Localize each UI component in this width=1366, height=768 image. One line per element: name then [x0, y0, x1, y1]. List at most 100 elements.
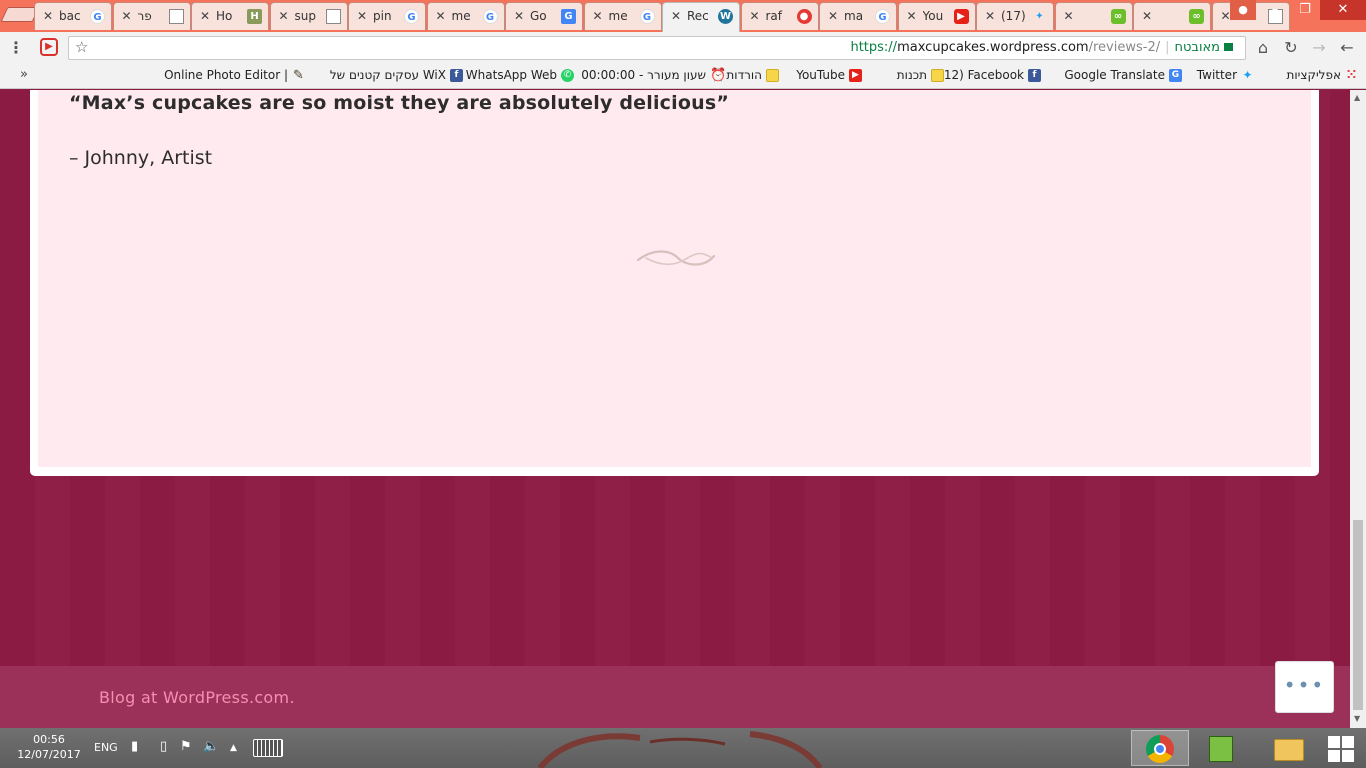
lock-icon[interactable] [1224, 43, 1233, 51]
volume-icon[interactable]: 🔈 [203, 739, 219, 754]
start-button[interactable] [1328, 736, 1354, 762]
tab-title: You [922, 9, 944, 23]
close-tab-icon[interactable]: ✕ [1064, 9, 1074, 23]
green-app-icon: ∞ [1110, 9, 1126, 24]
bookmark-item[interactable]: Twitter ✦ [1197, 68, 1254, 82]
bookmark-item[interactable]: Online Photo Editor | ✎ [164, 68, 305, 82]
browser-tab[interactable]: ✕ Go G [505, 2, 583, 30]
folder-icon [1274, 739, 1304, 761]
browser-tab-active[interactable]: ✕ Rec W [662, 2, 740, 32]
tab-title: raf [765, 9, 783, 23]
close-tab-icon[interactable]: ✕ [279, 9, 289, 23]
browser-tab[interactable]: ✕ ∞ [1133, 2, 1211, 30]
language-indicator[interactable]: ENG [94, 741, 118, 754]
bookmarks-bar: » אפליקציות ⁙ Twitter ✦ Google Translate G (12… [0, 64, 1366, 89]
google-icon: G [404, 9, 419, 24]
bookmark-item[interactable]: Google Translate G [1064, 68, 1182, 82]
bookmark-label: Online Photo Editor | [164, 68, 288, 82]
taskbar-chrome-button[interactable] [1131, 730, 1189, 766]
reload-icon[interactable]: ↻ [1281, 38, 1301, 58]
scroll-down-arrow-icon[interactable]: ▼ [1354, 714, 1360, 723]
scroll-up-arrow-icon[interactable]: ▲ [1354, 93, 1360, 102]
browser-tab[interactable]: ✕ pin G [348, 2, 426, 30]
bookmark-label: (12) Facebook [939, 68, 1024, 82]
pen-icon: ✎ [293, 67, 304, 83]
profile-icon[interactable]: ● [1230, 0, 1256, 20]
close-tab-icon[interactable]: ✕ [200, 9, 210, 23]
close-tab-icon[interactable]: ✕ [357, 9, 367, 23]
browser-tab[interactable]: ✕ You ▶ [897, 2, 976, 30]
youtube-icon: ▶ [953, 9, 969, 24]
document-icon [168, 9, 184, 24]
green-app-icon: ∞ [1189, 9, 1204, 24]
content-card-inner: “Max’s cupcakes are so moist they are ab… [38, 90, 1311, 467]
bookmark-star-icon[interactable]: ☆ [75, 38, 88, 56]
browser-tab[interactable]: ✕ bac G [34, 2, 112, 30]
bookmark-item[interactable]: אפליקציות ⁙ [1287, 68, 1359, 82]
alarm-icon: ⏰ [710, 67, 727, 83]
battery-icon[interactable]: ▯ [160, 739, 167, 754]
extension-icon[interactable]: ▶ [40, 38, 58, 56]
chrome-menu-icon[interactable]: ⋮ [6, 38, 26, 58]
google-translate-icon: G [561, 9, 576, 24]
back-arrow-icon[interactable]: ← [1337, 38, 1357, 58]
bookmark-item[interactable]: 00:00:00 - שעון מעורר ⏰ [581, 67, 727, 83]
tab-title: pin [373, 9, 392, 23]
network-signal-icon[interactable]: ▮ [131, 739, 138, 754]
browser-tab[interactable]: ✕ ma G [819, 2, 897, 30]
close-tab-icon[interactable]: ✕ [671, 9, 681, 23]
minimize-button[interactable]: – [1260, 0, 1290, 20]
vertical-scrollbar[interactable]: ▲ ▼ [1350, 90, 1366, 728]
system-clock[interactable]: 00:56 12/07/2017 [14, 732, 84, 762]
browser-tab[interactable]: ✕ ∞ [1054, 2, 1133, 30]
browser-tab[interactable]: ✕ Ho H [191, 2, 269, 30]
bookmarks-overflow-button[interactable]: » [20, 67, 28, 82]
forward-arrow-icon[interactable]: → [1309, 38, 1329, 58]
scrollbar-thumb[interactable] [1353, 520, 1363, 710]
bookmark-item[interactable]: תכנות [897, 68, 944, 82]
browser-tab[interactable]: ✕ פר [112, 2, 191, 30]
bookmark-item[interactable]: WhatsApp Web ✆ [466, 68, 574, 82]
restore-button[interactable]: ❐ [1290, 0, 1320, 20]
taskbar-file-explorer-button[interactable] [1259, 730, 1317, 766]
apps-icon: ⁙ [1346, 67, 1357, 83]
taskbar-notepad-button[interactable] [1193, 730, 1251, 766]
browser-tab[interactable]: ✕ sup [269, 2, 348, 30]
browser-tab[interactable]: ✕ me G [583, 2, 662, 30]
facebook-icon: f [450, 68, 463, 82]
browser-tab[interactable]: ✕ (17) ✦ [976, 2, 1054, 30]
browser-tab[interactable]: ✕ me G [426, 2, 505, 30]
address-bar[interactable]: ☆ https://maxcupcakes.wordpress.com/revi… [68, 36, 1246, 60]
close-tab-icon[interactable]: ✕ [436, 9, 446, 23]
close-tab-icon[interactable]: ✕ [593, 9, 603, 23]
tab-title: bac [59, 9, 81, 23]
touch-keyboard-icon[interactable] [253, 739, 283, 757]
tab-title: Go [530, 9, 547, 23]
close-tab-icon[interactable]: ✕ [907, 9, 917, 23]
show-hidden-icons-icon[interactable]: ▲ [230, 743, 237, 753]
bookmark-item[interactable]: (12) Facebook f [939, 68, 1041, 82]
close-tab-icon[interactable]: ✕ [985, 9, 995, 23]
close-tab-icon[interactable]: ✕ [122, 9, 132, 23]
close-tab-icon[interactable]: ✕ [750, 9, 760, 23]
close-tab-icon[interactable]: ✕ [828, 9, 838, 23]
close-tab-icon[interactable]: ✕ [514, 9, 524, 23]
url-display[interactable]: https://maxcupcakes.wordpress.com/review… [850, 40, 1237, 55]
more-actions-button[interactable]: ••• [1275, 661, 1334, 713]
youtube-icon: ▶ [849, 68, 862, 82]
bookmark-label: Google Translate [1064, 68, 1165, 82]
bookmark-item[interactable]: הורדות [726, 68, 779, 82]
bookmark-label: הורדות [726, 68, 762, 82]
bookmark-item[interactable]: עסקים קטנים של WiX f [330, 68, 463, 82]
browser-tab[interactable]: ✕ raf ● [740, 2, 819, 30]
bookmark-item[interactable]: YouTube ▶ [796, 68, 862, 82]
wikihow-icon: H [247, 9, 262, 24]
close-tab-icon[interactable]: ✕ [1142, 9, 1152, 23]
close-window-button[interactable]: ✕ [1320, 0, 1366, 20]
url-path: /reviews-2/ [1088, 40, 1161, 55]
home-icon[interactable]: ⌂ [1253, 38, 1273, 58]
wordpress-footer-link[interactable]: Blog at WordPress.com. [99, 688, 295, 707]
close-tab-icon[interactable]: ✕ [43, 9, 53, 23]
facebook-icon: f [1028, 68, 1041, 82]
action-center-flag-icon[interactable]: ⚑ [180, 739, 192, 754]
